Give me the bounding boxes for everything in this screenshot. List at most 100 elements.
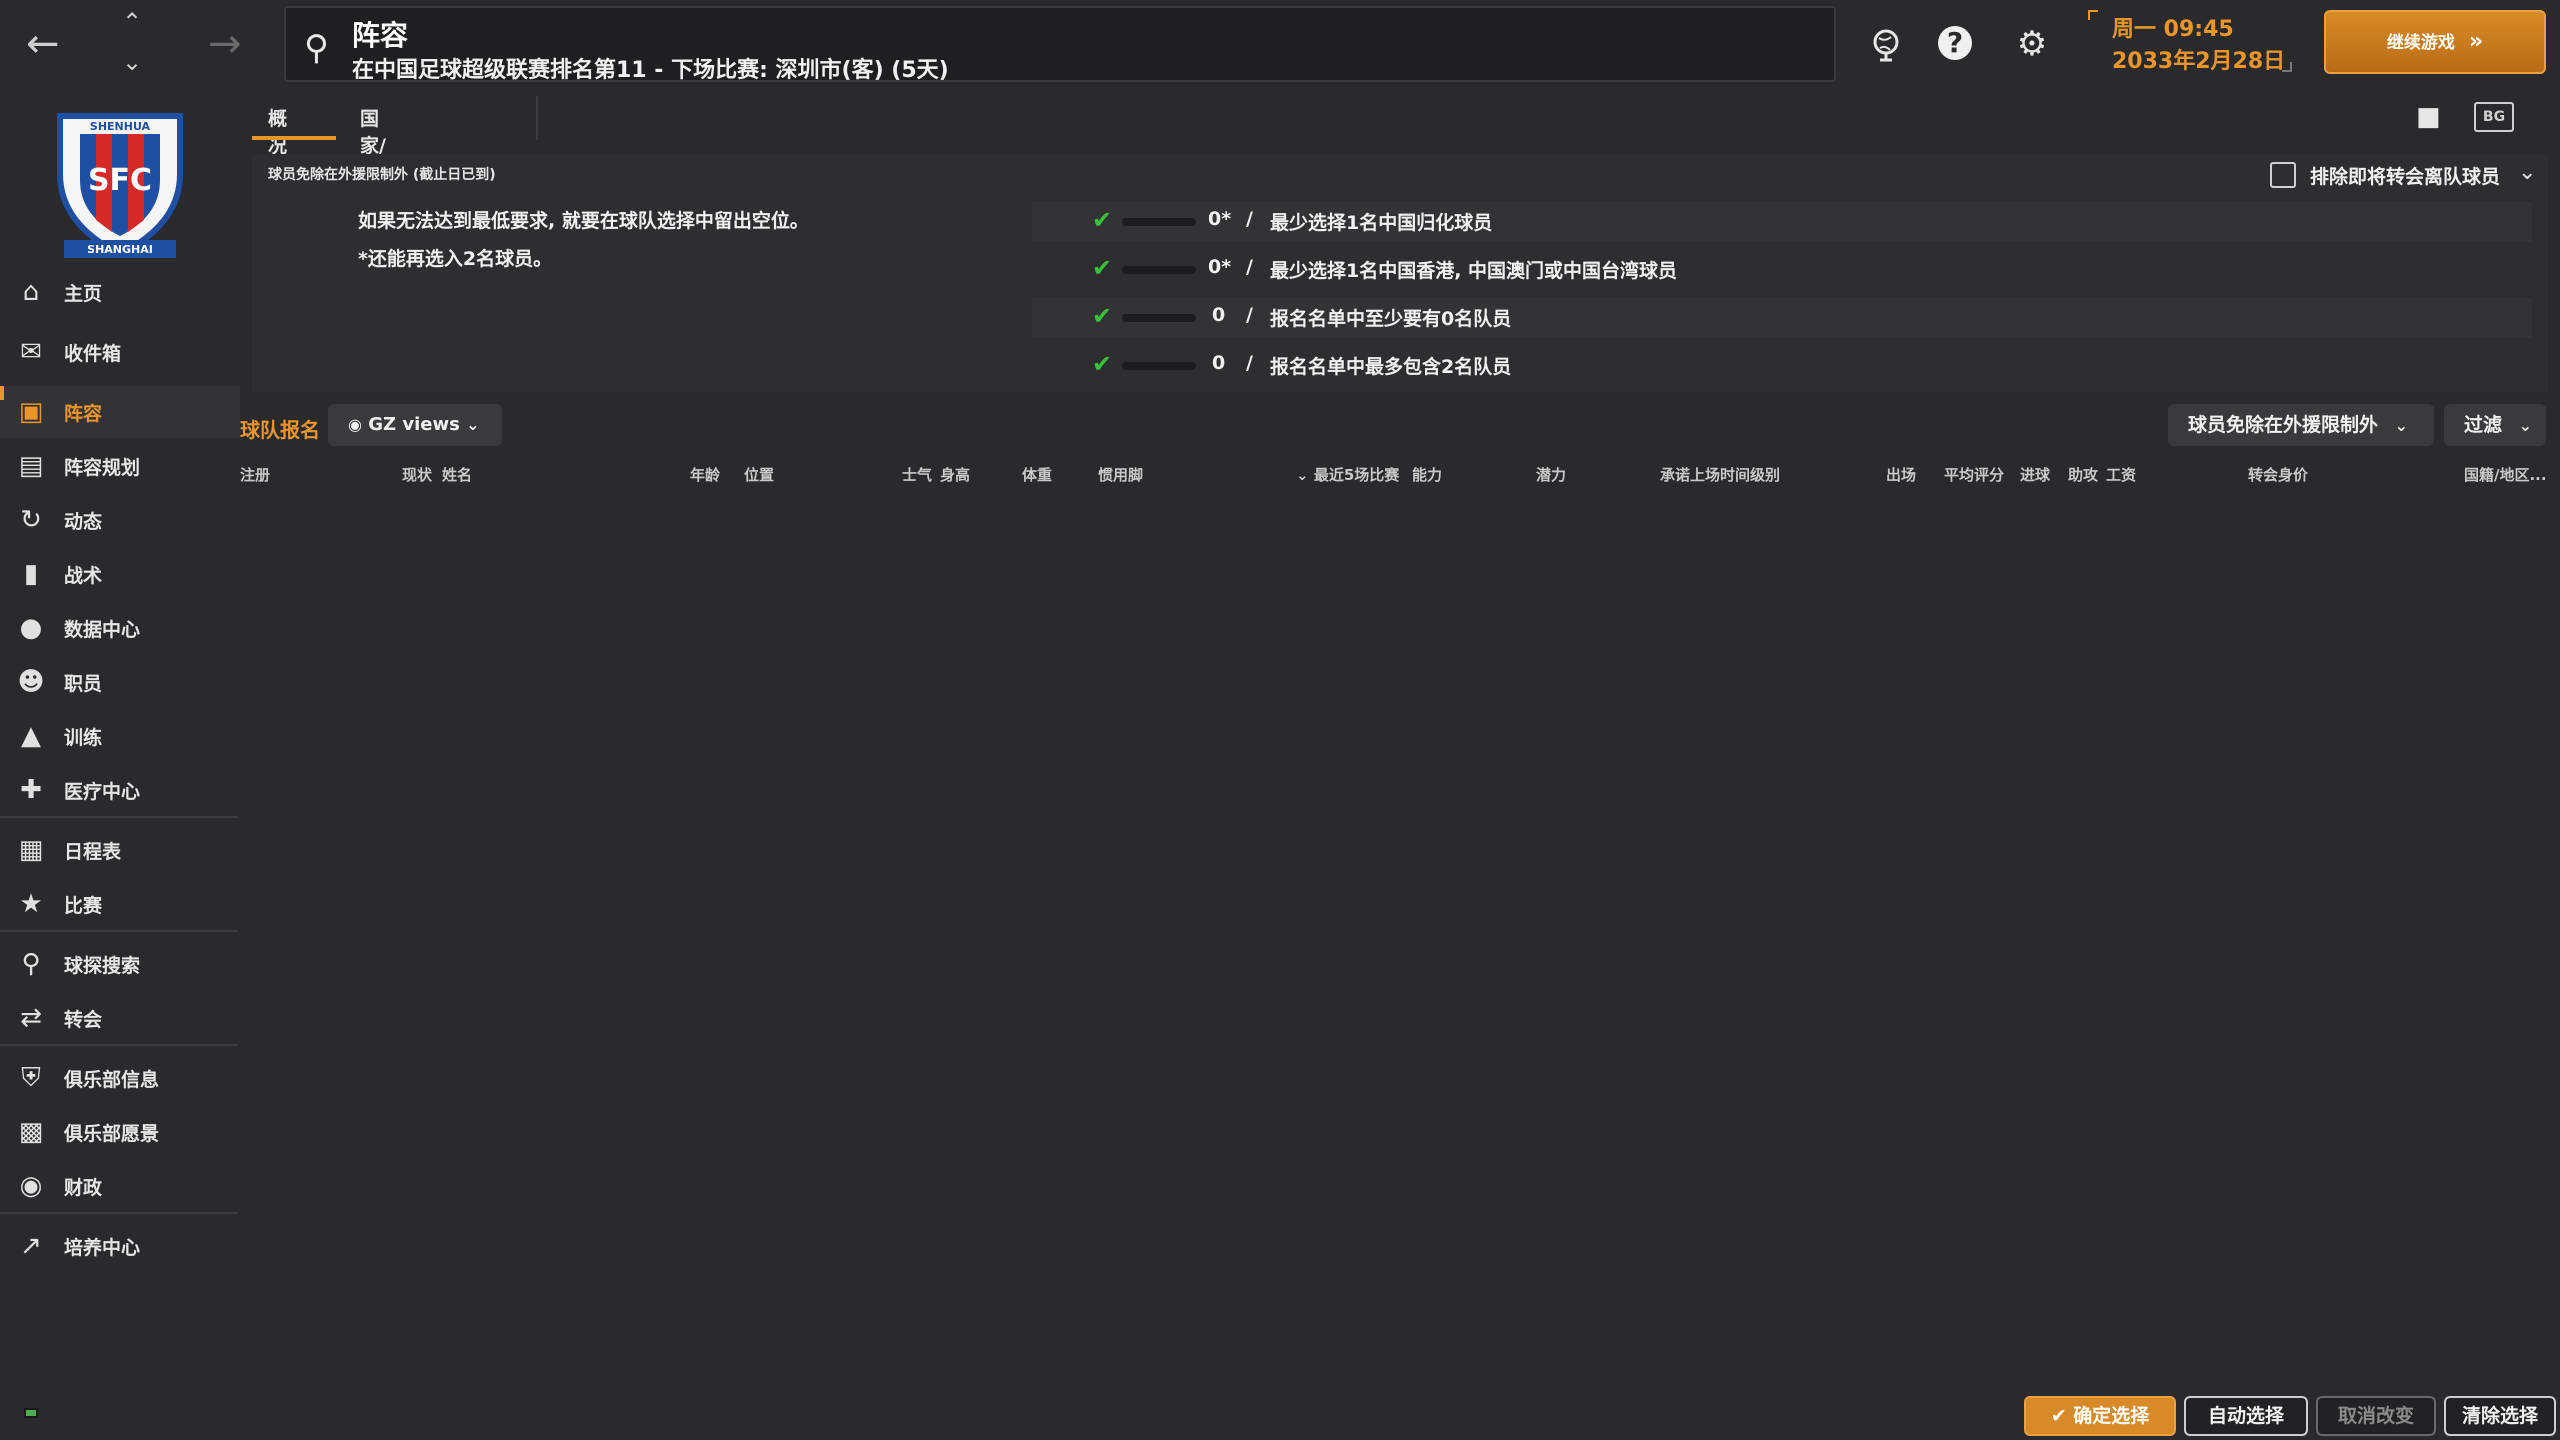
column-appearances[interactable]: 出场 (1886, 464, 1916, 485)
page-subtitle: 在中国足球超级联赛排名第11 - 下场比赛: 深圳市(客) (5天) (352, 58, 949, 83)
column-wage[interactable]: 工资 (2106, 464, 2136, 485)
column-last-5-games[interactable]: ⌄ 最近5场比赛 (1296, 464, 1399, 485)
finance-icon: ◉ (19, 1171, 43, 1201)
column-ability[interactable]: 能力 (1412, 464, 1442, 485)
column-register[interactable]: 注册 (240, 464, 270, 485)
help-icon[interactable]: ? (1938, 26, 1972, 60)
chevron-down-icon[interactable]: ⌄ (122, 50, 142, 74)
panel-note: *还能再选入2名球员。 (358, 248, 553, 270)
sidebar-item-inbox[interactable]: ✉ 收件箱 (0, 326, 240, 378)
sidebar-item-schedule[interactable]: ▦ 日程表 (0, 824, 240, 876)
column-weight[interactable]: 体重 (1022, 464, 1052, 485)
sidebar-item-development[interactable]: ↗ 培养中心 (0, 1220, 240, 1272)
tab-separator (536, 96, 538, 140)
sidebar-divider (0, 1044, 238, 1046)
club-logo[interactable]: SHENHUA SFC SHANGHAI (40, 104, 200, 264)
transfer-icon: ⇄ (20, 1003, 42, 1033)
sidebar-item-squad[interactable]: ▣ 阵容 (0, 386, 240, 438)
column-goals[interactable]: 进球 (2020, 464, 2050, 485)
forward-arrow-icon[interactable]: → (208, 24, 242, 64)
status-indicator-icon (24, 1408, 38, 1418)
clear-selection-button[interactable]: 清除选择 (2444, 1396, 2556, 1436)
bg-icon[interactable]: BG (2474, 102, 2514, 132)
club-info-icon: ⛨ (21, 1062, 41, 1093)
staff-icon: ☻ (17, 667, 45, 697)
sidebar-item-scouting[interactable]: ⚲ 球探搜索 (0, 938, 240, 990)
clear-label: 清除选择 (2461, 1405, 2538, 1427)
gear-icon[interactable]: ⚙ (2012, 24, 2052, 64)
column-avg-rating[interactable]: 平均评分 (1944, 464, 2004, 485)
lock-icon[interactable]: ■ (2416, 102, 2441, 132)
column-morale[interactable]: 士气 (902, 464, 932, 485)
sidebar-item-training[interactable]: ▲ 训练 (0, 710, 240, 762)
sidebar-item-club-info[interactable]: ⛨ 俱乐部信息 (0, 1052, 240, 1104)
exclude-checkbox[interactable] (2270, 162, 2296, 188)
rule-label: 报名名单中最多包含2名队员 (1270, 356, 1512, 378)
squad-icon: ▣ (18, 397, 44, 427)
check-icon: ✔ (2050, 1405, 2067, 1427)
home-icon: ⌂ (22, 277, 40, 307)
sidebar-item-club-vision[interactable]: ▩ 俱乐部愿景 (0, 1106, 240, 1158)
sidebar-item-staff[interactable]: ☻ 职员 (0, 656, 240, 708)
sidebar-divider (0, 1212, 238, 1214)
sidebar-item-data-hub[interactable]: ● 数据中心 (0, 602, 240, 654)
sidebar-item-finances[interactable]: ◉ 财政 (0, 1160, 240, 1212)
sidebar: SHENHUA SFC SHANGHAI ⌂ 主页 ✉ 收件箱 ▣ 阵容 ▤ 阵容规划 … (0, 90, 240, 1440)
cancel-changes-button[interactable]: 取消改变 (2316, 1396, 2436, 1436)
filter-label: 过滤 (2464, 414, 2503, 436)
sidebar-divider (0, 816, 238, 818)
rule-row: ✔ 0* / 最少选择1名中国香港, 中国澳门或中国台湾球员 (1032, 250, 2532, 290)
tactics-icon: ▮ (23, 559, 39, 589)
column-transfer-value[interactable]: 转会身价 (2248, 464, 2308, 485)
column-age[interactable]: 年龄 (690, 464, 720, 485)
inbox-icon: ✉ (20, 337, 42, 367)
back-arrow-icon[interactable]: ← (26, 24, 60, 64)
globe-icon[interactable] (1866, 24, 1906, 64)
sidebar-item-medical[interactable]: ✚ 医疗中心 (0, 764, 240, 816)
confirm-label: 确定选择 (2073, 1405, 2150, 1427)
confirm-selection-button[interactable]: ✔ 确定选择 (2024, 1396, 2176, 1436)
sort-chevron-icon: ⌄ (1296, 466, 1309, 484)
column-potential[interactable]: 潜力 (1536, 464, 1566, 485)
auto-select-button[interactable]: 自动选择 (2184, 1396, 2308, 1436)
panel-message: 如果无法达到最低要求, 就要在球队选择中留出空位。 (358, 210, 809, 232)
datetime[interactable]: 周一 09:45 2033年2月28日 (2088, 14, 2285, 78)
rule-slash: / (1246, 352, 1253, 374)
eye-icon: ◉ (348, 415, 362, 434)
double-chevron-right-icon: » (2468, 29, 2484, 54)
views-dropdown[interactable]: ◉ GZ views ⌄ (328, 404, 502, 446)
foreign-limit-dropdown[interactable]: 球员免除在外援限制外 ⌄ (2168, 404, 2434, 446)
chevron-down-icon[interactable]: ⌄ (2518, 160, 2536, 185)
sidebar-item-competitions[interactable]: ★ 比赛 (0, 878, 240, 930)
exclude-label[interactable]: 排除即将转会离队球员 (2310, 162, 2500, 189)
check-icon: ✔ (1092, 254, 1113, 282)
column-nationality[interactable]: 国籍/地区... (2464, 464, 2547, 485)
column-position[interactable]: 位置 (744, 464, 774, 485)
check-icon: ✔ (1092, 206, 1113, 234)
cancel-label: 取消改变 (2337, 1405, 2414, 1427)
continue-game-button[interactable]: 继续游戏 » (2324, 10, 2546, 74)
rule-progress-bar (1122, 218, 1196, 226)
column-status[interactable]: 现状 (402, 464, 432, 485)
column-height[interactable]: 身高 (940, 464, 970, 485)
column-playing-time[interactable]: 承诺上场时间级别 (1660, 464, 1780, 485)
rule-value: 0* (1208, 256, 1232, 278)
top-bar: ← ⌃ ⌄ → ⚲ 阵容 在中国足球超级联赛排名第11 - 下场比赛: 深圳市(… (0, 0, 2560, 90)
datetime-time: 周一 09:45 (2112, 17, 2234, 42)
data-hub-icon: ● (19, 613, 43, 643)
sidebar-item-dynamics[interactable]: ↻ 动态 (0, 494, 240, 546)
sidebar-item-tactics[interactable]: ▮ 战术 (0, 548, 240, 600)
column-assists[interactable]: 助攻 (2068, 464, 2098, 485)
filter-dropdown[interactable]: 过滤 ⌄ (2444, 404, 2546, 446)
search-box[interactable]: ⚲ 阵容 在中国足球超级联赛排名第11 - 下场比赛: 深圳市(客) (5天) (284, 6, 1836, 83)
sidebar-item-squad-planner[interactable]: ▤ 阵容规划 (0, 440, 240, 492)
search-icon: ⚲ (304, 28, 329, 68)
planner-icon: ▤ (18, 451, 44, 481)
rule-label: 最少选择1名中国归化球员 (1270, 212, 1493, 234)
sidebar-item-home[interactable]: ⌂ 主页 (0, 266, 240, 318)
chevron-up-icon[interactable]: ⌃ (122, 10, 142, 34)
column-preferred-foot[interactable]: 惯用脚 (1098, 464, 1143, 485)
column-name[interactable]: 姓名 (442, 464, 472, 485)
sidebar-item-transfers[interactable]: ⇄ 转会 (0, 992, 240, 1044)
rule-label: 最少选择1名中国香港, 中国澳门或中国台湾球员 (1270, 260, 1678, 282)
